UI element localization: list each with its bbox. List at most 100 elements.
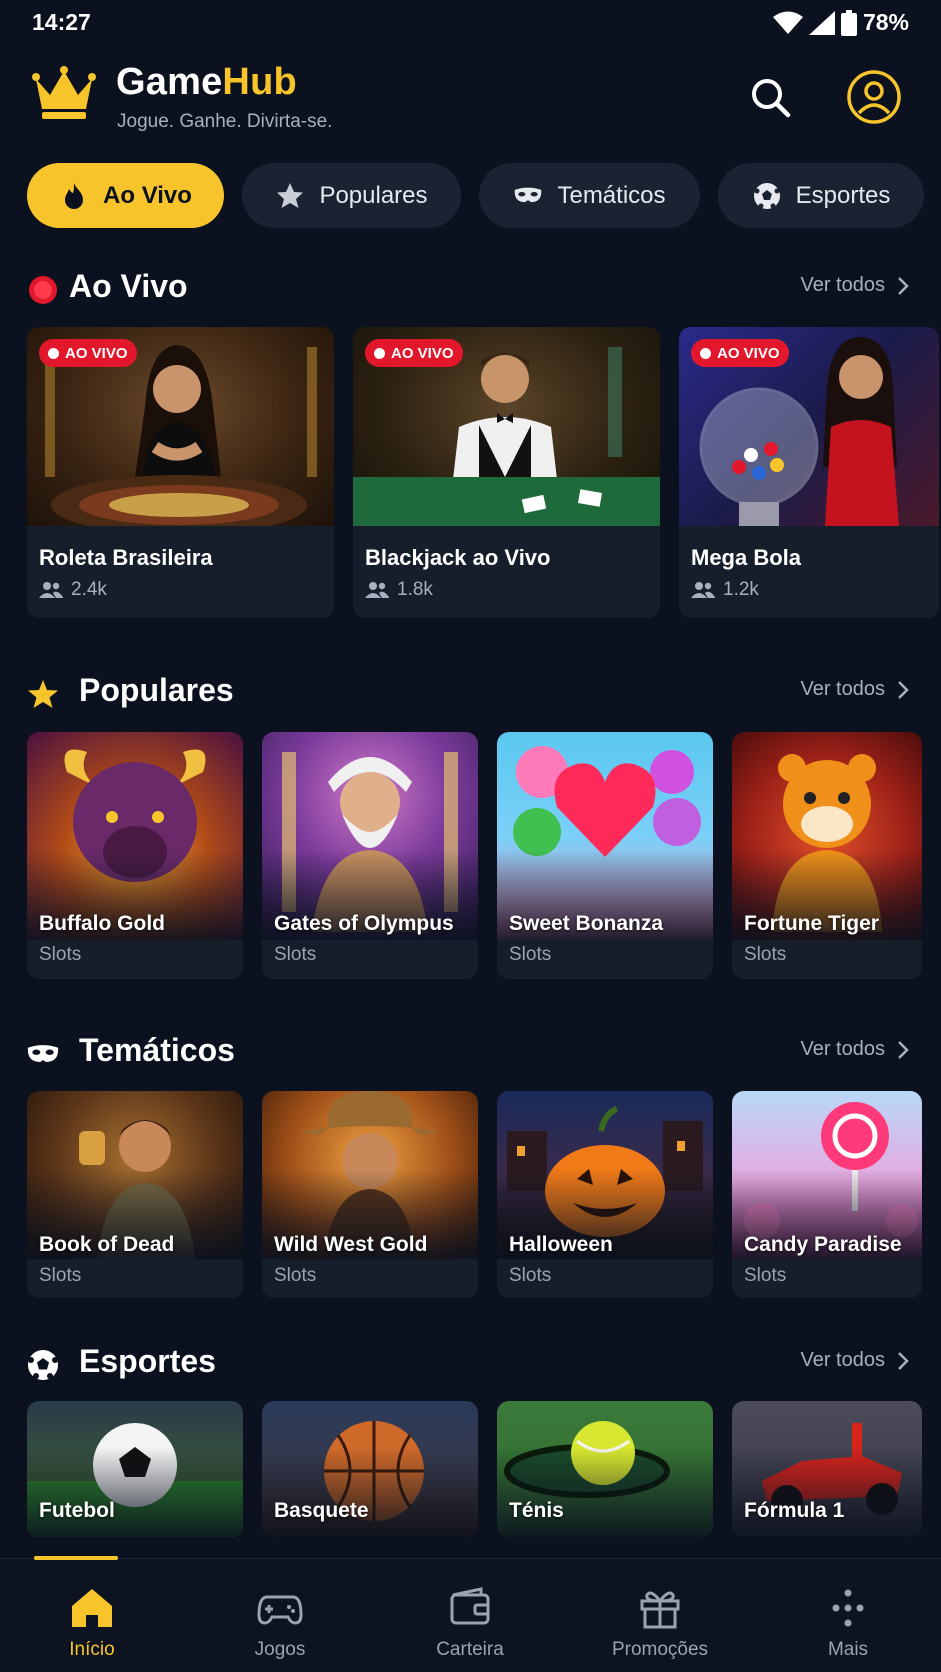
game-card-sweet-bonanza[interactable]: Sweet Bonanza Slots [497,732,713,979]
status-indicators: 78% [772,9,909,36]
users-icon [365,582,389,598]
nav-item-promocoes[interactable]: Promoções [580,1559,740,1672]
section-header-ao-vivo: Ao Vivo Ver todos [27,266,909,310]
status-bar: 14:27 78% [0,0,941,46]
popular-games-row: Buffalo Gold Slots Gates of Olympus Slot… [27,732,922,979]
live-game-name: Mega Bola [691,545,802,570]
game-category: Slots [744,944,787,965]
sports-row: Futebol Basquete Ténis Fórmula 1 [27,1401,922,1537]
tab-populares[interactable]: Populares [242,163,461,228]
game-card-candy-paradise[interactable]: Candy Paradise Slots [732,1091,922,1298]
buffalo-gold-image [27,732,243,940]
nav-item-carteira[interactable]: Carteira [390,1559,550,1672]
nav-item-inicio[interactable]: Início [12,1559,172,1672]
game-card-book-of-dead[interactable]: Book of Dead Slots [27,1091,243,1298]
live-card-mega-bola[interactable]: AO VIVO Mega Bola 1.2k [679,327,939,618]
game-name: Buffalo Gold [39,912,165,935]
viewer-count: 1.8k [397,579,433,600]
nav-label: Mais [827,1639,869,1660]
tab-label: Populares [319,181,428,209]
roulette-dealer-image: AO VIVO [27,327,334,526]
tab-ao-vivo[interactable]: Ao Vivo [27,163,224,228]
soccer-ball-icon [753,182,780,209]
chevron-right-icon [898,1040,909,1059]
game-name: Futebol [39,1499,115,1522]
users-icon [39,582,63,598]
app-header: GameHub Jogue. Ganhe. Divirta-se. [0,55,941,145]
live-badge: AO VIVO [691,339,789,367]
sport-card-formula-1[interactable]: Fórmula 1 [732,1401,922,1537]
live-viewers: 2.4k [39,579,107,601]
status-time: 14:27 [32,9,91,35]
star-icon [277,182,304,208]
game-card-buffalo-gold[interactable]: Buffalo Gold Slots [27,732,243,979]
tab-label: Temáticos [557,181,666,209]
battery-level: 78% [862,9,909,35]
live-game-name: Blackjack ao Vivo [365,545,551,570]
game-category: Slots [509,944,552,965]
live-badge-label: AO VIVO [391,344,454,362]
live-viewers: 1.2k [691,579,759,601]
game-name: Sweet Bonanza [509,912,664,935]
game-name: Ténis [509,1499,564,1522]
live-badge-label: AO VIVO [65,344,128,362]
game-card-halloween[interactable]: Halloween Slots [497,1091,713,1298]
live-badge-label: AO VIVO [717,344,780,362]
brand-title: GameHub [116,61,297,104]
game-category: Slots [39,1265,82,1286]
nav-item-jogos[interactable]: Jogos [200,1559,360,1672]
live-badge: AO VIVO [39,339,137,367]
sport-card-futebol[interactable]: Futebol [27,1401,243,1537]
game-name: Fortune Tiger [744,912,879,935]
see-all-link[interactable]: Ver todos [800,678,909,701]
bottom-navigation: Início Jogos Carteira Promoções Mais [0,1556,941,1672]
see-all-link[interactable]: Ver todos [800,274,909,297]
section-title: Populares [79,672,234,708]
mask-icon [27,1045,59,1062]
tab-tematicos[interactable]: Temáticos [479,163,700,228]
live-card-blackjack[interactable]: AO VIVO Blackjack ao Vivo 1.8k [353,327,660,618]
category-tabs: Ao Vivo Populares Temáticos Esportes [27,163,924,228]
sport-card-basquete[interactable]: Basquete [262,1401,478,1537]
tab-label: Esportes [795,181,891,209]
users-icon [691,582,715,598]
gift-icon [640,1591,680,1629]
see-all-link[interactable]: Ver todos [800,1038,909,1061]
see-all-label: Ver todos [800,678,885,700]
star-icon [28,680,58,708]
live-record-icon [29,276,57,304]
chevron-right-icon [898,1351,909,1370]
game-name: Gates of Olympus [274,912,454,935]
live-viewers: 1.8k [365,579,433,601]
game-category: Slots [509,1265,552,1286]
nav-item-mais[interactable]: Mais [768,1559,928,1672]
crown-logo-icon [32,66,96,119]
flame-icon [65,182,84,209]
profile-avatar-icon[interactable] [846,69,902,125]
sport-card-tenis[interactable]: Ténis [497,1401,713,1537]
chevron-right-icon [898,680,909,699]
game-card-fortune-tiger[interactable]: Fortune Tiger Slots [732,732,922,979]
battery-icon [840,9,857,36]
home-icon [72,1589,112,1627]
tab-esportes[interactable]: Esportes [718,163,924,228]
wallet-icon [450,1587,490,1625]
nav-label: Promoções [611,1639,709,1660]
game-name: Candy Paradise [744,1233,902,1256]
see-all-label: Ver todos [800,1349,885,1371]
search-icon[interactable] [748,75,794,121]
sweet-bonanza-image [497,732,713,940]
wifi-icon [772,11,803,34]
viewer-count: 1.2k [723,579,759,600]
live-games-row: AO VIVO Roleta Brasileira 2.4k AO VIVO B… [27,327,939,618]
chevron-right-icon [898,276,909,295]
game-card-wild-west-gold[interactable]: Wild West Gold Slots [262,1091,478,1298]
live-card-roleta[interactable]: AO VIVO Roleta Brasileira 2.4k [27,327,334,618]
brand-title-part1: Game [116,61,223,103]
see-all-link[interactable]: Ver todos [800,1349,909,1372]
game-name: Fórmula 1 [744,1499,845,1522]
game-card-gates-of-olympus[interactable]: Gates of Olympus Slots [262,732,478,979]
game-name: Wild West Gold [274,1233,428,1256]
viewer-count: 2.4k [71,579,107,600]
section-header-populares: Populares Ver todos [27,670,909,714]
